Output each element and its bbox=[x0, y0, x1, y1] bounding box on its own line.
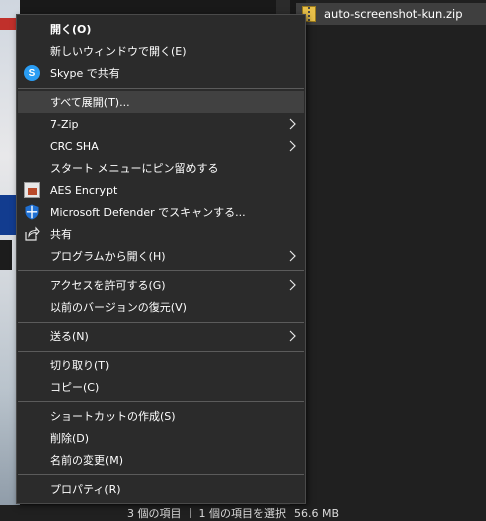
menu-item-label: アクセスを許可する(G) bbox=[50, 279, 166, 292]
menu-item-aes-encrypt[interactable]: AES Encrypt bbox=[18, 179, 304, 201]
menu-separator bbox=[18, 88, 304, 89]
menu-item-send-to[interactable]: 送る(N) bbox=[18, 325, 304, 347]
menu-item-restore-previous[interactable]: 以前のバージョンの復元(V) bbox=[18, 296, 304, 318]
menu-item-label: 新しいウィンドウで開く(E) bbox=[50, 45, 187, 58]
menu-item-label: Microsoft Defender でスキャンする... bbox=[50, 206, 246, 219]
menu-item-rename[interactable]: 名前の変更(M) bbox=[18, 449, 304, 471]
menu-item-label: すべて展開(T)... bbox=[50, 96, 130, 109]
status-separator bbox=[189, 508, 191, 518]
menu-item-7zip[interactable]: 7-Zip bbox=[18, 113, 304, 135]
menu-item-label: 共有 bbox=[50, 228, 72, 241]
aes-encrypt-icon bbox=[24, 182, 40, 198]
menu-item-share[interactable]: 共有 bbox=[18, 223, 304, 245]
menu-item-label: ショートカットの作成(S) bbox=[50, 410, 176, 423]
chevron-right-icon bbox=[289, 118, 296, 130]
skype-icon: S bbox=[24, 65, 40, 81]
chevron-right-icon bbox=[289, 330, 296, 342]
menu-item-defender-scan[interactable]: Microsoft Defender でスキャンする... bbox=[18, 201, 304, 223]
menu-item-label: 削除(D) bbox=[50, 432, 90, 445]
explorer-file-pane bbox=[306, 0, 486, 505]
menu-item-open-new-window[interactable]: 新しいウィンドウで開く(E) bbox=[18, 40, 304, 62]
menu-item-label: 以前のバージョンの復元(V) bbox=[50, 301, 187, 314]
menu-separator bbox=[18, 474, 304, 475]
menu-item-label: 切り取り(T) bbox=[50, 359, 110, 372]
menu-item-pin-start[interactable]: スタート メニューにピン留めする bbox=[18, 157, 304, 179]
defender-shield-icon bbox=[25, 204, 39, 220]
status-bar: 3 個の項目 1 個の項目を選択 56.6 MB bbox=[0, 505, 486, 521]
menu-item-label: AES Encrypt bbox=[50, 183, 118, 197]
menu-item-properties[interactable]: プロパティ(R) bbox=[18, 478, 304, 500]
background-dark-block bbox=[0, 240, 12, 270]
zip-file-name: auto-screenshot-kun.zip bbox=[324, 7, 463, 21]
menu-item-crc-sha[interactable]: CRC SHA bbox=[18, 135, 304, 157]
chevron-right-icon bbox=[289, 279, 296, 291]
menu-item-copy[interactable]: コピー(C) bbox=[18, 376, 304, 398]
menu-item-label: 開く(O) bbox=[50, 23, 92, 36]
menu-item-open[interactable]: 開く(O) bbox=[18, 18, 304, 40]
menu-separator bbox=[18, 270, 304, 271]
menu-item-label: Skype で共有 bbox=[50, 67, 120, 80]
menu-item-open-with[interactable]: プログラムから開く(H) bbox=[18, 245, 304, 267]
menu-item-label: 7-Zip bbox=[50, 117, 79, 131]
menu-item-cut[interactable]: 切り取り(T) bbox=[18, 354, 304, 376]
menu-item-share-skype[interactable]: S Skype で共有 bbox=[18, 62, 304, 84]
menu-item-label: スタート メニューにピン留めする bbox=[50, 162, 219, 175]
menu-item-label: プロパティ(R) bbox=[50, 483, 121, 496]
menu-item-label: 名前の変更(M) bbox=[50, 454, 124, 467]
menu-item-label: 送る(N) bbox=[50, 330, 89, 343]
menu-separator bbox=[18, 322, 304, 323]
chevron-right-icon bbox=[289, 140, 296, 152]
menu-item-grant-access[interactable]: アクセスを許可する(G) bbox=[18, 274, 304, 296]
menu-item-label: プログラムから開く(H) bbox=[50, 250, 166, 263]
menu-separator bbox=[18, 401, 304, 402]
status-size: 56.6 MB bbox=[294, 506, 340, 520]
menu-item-label: コピー(C) bbox=[50, 381, 100, 394]
selected-zip-file[interactable]: auto-screenshot-kun.zip bbox=[296, 3, 486, 25]
share-icon bbox=[25, 226, 40, 241]
menu-item-delete[interactable]: 削除(D) bbox=[18, 427, 304, 449]
menu-item-extract-all[interactable]: すべて展開(T)... bbox=[18, 91, 304, 113]
chevron-right-icon bbox=[289, 250, 296, 262]
context-menu: 開く(O) 新しいウィンドウで開く(E) S Skype で共有 すべて展開(T… bbox=[16, 14, 306, 504]
menu-separator bbox=[18, 351, 304, 352]
menu-item-label: CRC SHA bbox=[50, 139, 99, 153]
status-item-count: 3 個の項目 bbox=[127, 507, 182, 520]
menu-item-create-shortcut[interactable]: ショートカットの作成(S) bbox=[18, 405, 304, 427]
status-selection: 1 個の項目を選択 bbox=[198, 507, 287, 520]
